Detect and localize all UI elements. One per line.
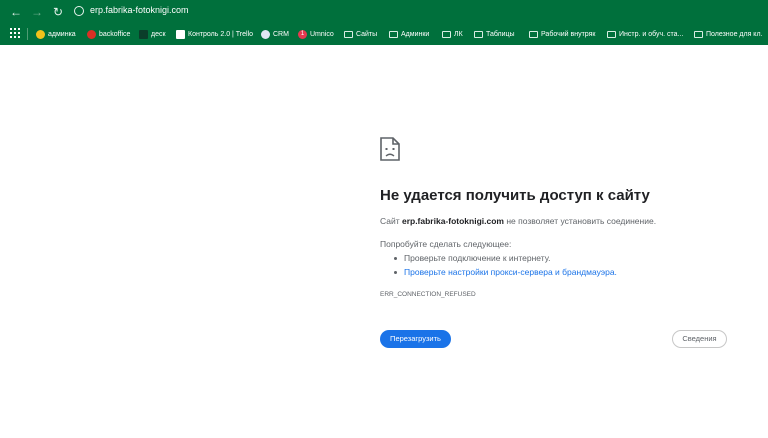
trello-icon: [176, 29, 185, 39]
bookmark-folder-work[interactable]: Рабочий внутряк: [529, 27, 595, 41]
desk-icon: [139, 29, 148, 39]
folder-icon: [474, 30, 483, 38]
browser-toolbar: ← → ↻ erp.fabrika-fotoknigi.com: [0, 0, 768, 24]
umnico-icon: 1: [298, 29, 307, 39]
suggestion-check-connection: Проверьте подключение к интернету.: [394, 253, 551, 263]
site-info-icon[interactable]: [74, 6, 84, 16]
bookmark-label: Админки: [401, 30, 430, 38]
address-bar[interactable]: erp.fabrika-fotoknigi.com: [90, 5, 189, 15]
folder-icon: [694, 30, 703, 38]
bookmark-umnico[interactable]: 1 Umnico: [298, 27, 334, 41]
description-prefix: Сайт: [380, 216, 402, 226]
bookmark-label: деск: [151, 30, 166, 38]
bookmark-label: ЛК: [454, 30, 463, 38]
bookmark-trello[interactable]: Контроль 2.0 | Trello: [176, 27, 253, 41]
bookmark-label: Контроль 2.0 | Trello: [188, 30, 254, 38]
bookmark-crm[interactable]: CRM: [261, 27, 289, 41]
bookmark-label: Сайты: [356, 30, 378, 38]
bookmark-desk[interactable]: деск: [139, 27, 166, 41]
back-arrow-icon[interactable]: ←: [8, 4, 24, 20]
bookmark-label: админка: [48, 30, 76, 38]
yellow-circle-icon: [36, 29, 45, 39]
folder-icon: [442, 30, 451, 38]
bookmark-folder-admin[interactable]: Админки: [389, 27, 429, 41]
bookmark-label: Таблицы: [486, 30, 515, 38]
folder-icon: [607, 30, 616, 38]
bookmark-folder-tables[interactable]: Таблицы: [474, 27, 515, 41]
folder-icon: [529, 30, 538, 38]
error-heading: Не удается получить доступ к сайту: [380, 187, 650, 204]
red-circle-icon: [87, 29, 96, 39]
crm-icon: [261, 29, 270, 39]
error-host: erp.fabrika-fotoknigi.com: [401, 216, 504, 226]
bookmark-label: backoffice: [99, 30, 131, 38]
bookmark-label: Инстр. и обуч. ста...: [619, 30, 684, 38]
bookmark-label: Umnico: [310, 30, 334, 38]
bookmarks-separator: [27, 28, 28, 40]
bookmark-folder-useful[interactable]: Полезное для кл.: [694, 27, 762, 41]
bookmark-folder-lk[interactable]: ЛК: [442, 27, 463, 41]
reload-button[interactable]: Перезагрузить: [380, 330, 451, 348]
try-label: Попробуйте сделать следующее:: [380, 239, 512, 249]
bookmark-label: CRM: [273, 30, 289, 38]
description-suffix: не позволяет установить соединение.: [503, 216, 657, 226]
suggestion-proxy-link[interactable]: Проверьте настройки прокси-сервера и бра…: [394, 267, 617, 277]
bookmark-folder-sites[interactable]: Сайты: [344, 27, 377, 41]
reload-icon[interactable]: ↻: [50, 4, 66, 20]
sad-document-icon: [380, 137, 400, 161]
folder-icon: [344, 30, 353, 38]
bookmark-folder-instructions[interactable]: Инстр. и обуч. ста...: [607, 27, 683, 41]
bookmark-adminka[interactable]: админка: [36, 27, 76, 41]
bookmark-label: Полезное для кл.: [706, 30, 763, 38]
bookmark-backoffice[interactable]: backoffice: [87, 27, 130, 41]
bookmark-label: Рабочий внутряк: [541, 30, 596, 38]
details-button[interactable]: Сведения: [672, 330, 727, 348]
apps-grid-icon[interactable]: [10, 28, 20, 38]
forward-arrow-icon[interactable]: →: [29, 4, 45, 20]
error-description: Сайт erp.fabrika-fotoknigi.com не позвол…: [380, 216, 656, 226]
folder-icon: [389, 30, 398, 38]
error-code: ERR_CONNECTION_REFUSED: [380, 291, 476, 298]
